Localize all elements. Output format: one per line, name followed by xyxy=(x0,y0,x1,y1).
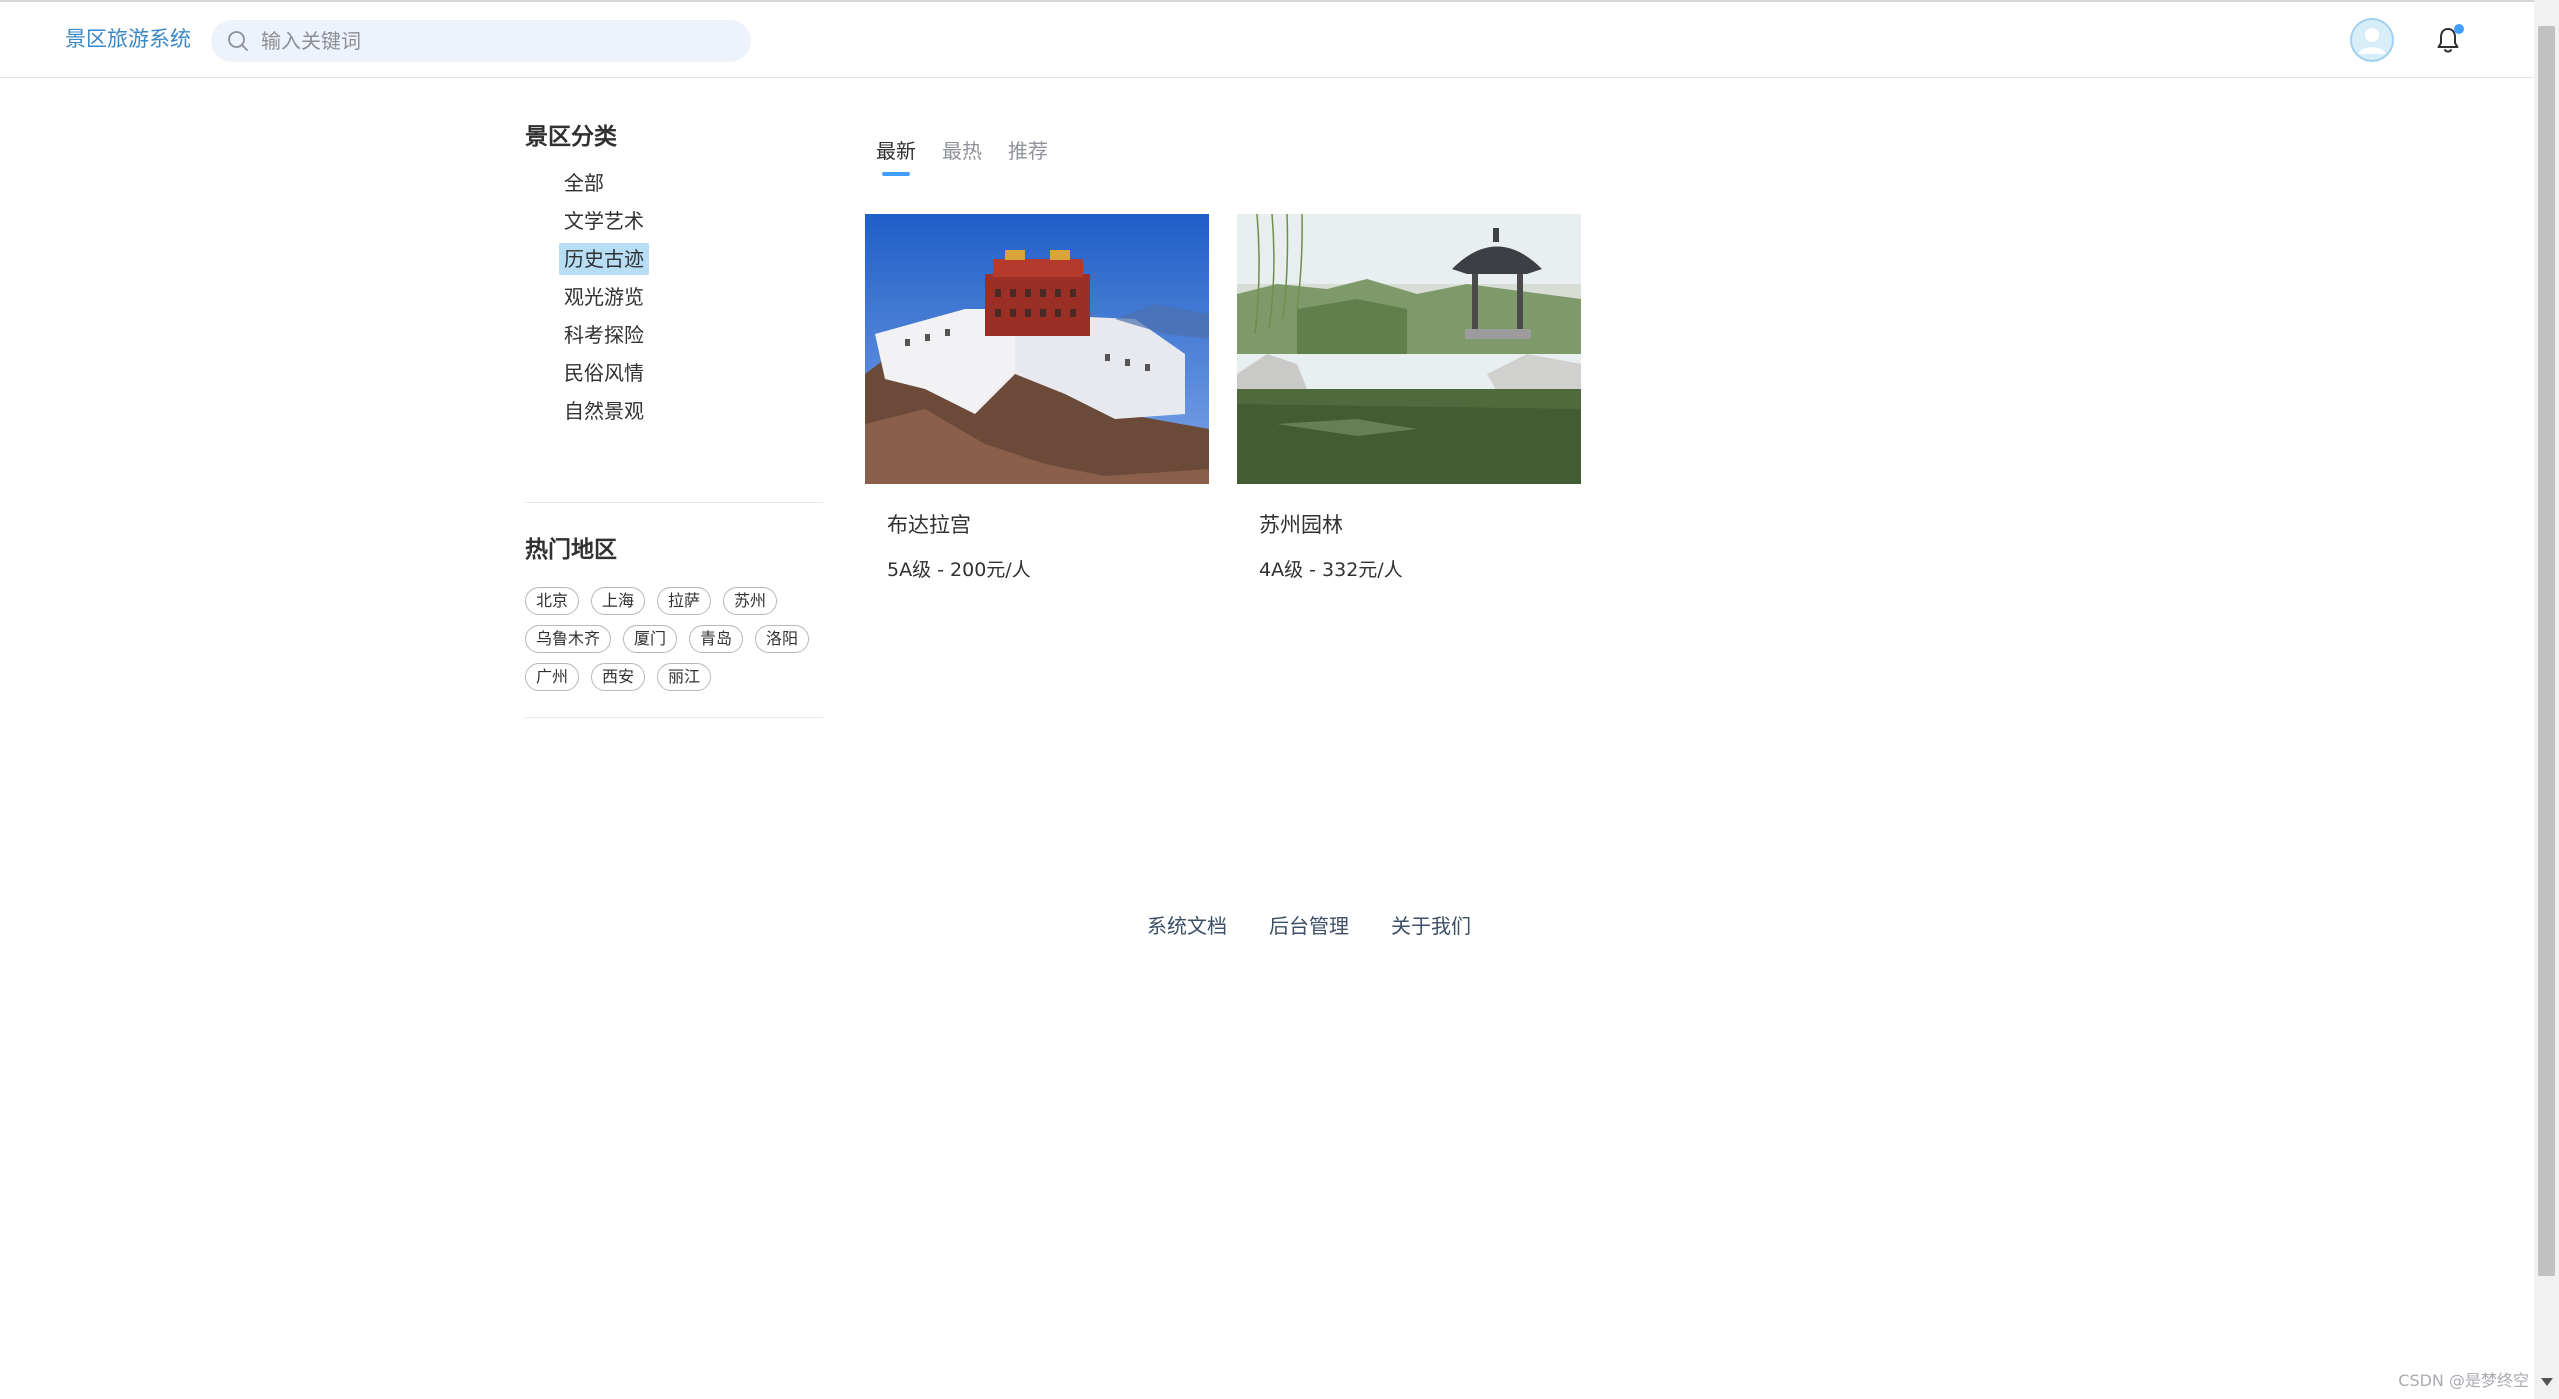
category-item-all[interactable]: 全部 xyxy=(559,164,823,202)
scenic-card-title: 布达拉宫 xyxy=(887,513,971,537)
tab-latest[interactable]: 最新 xyxy=(876,136,916,176)
category-section-title: 景区分类 xyxy=(525,124,617,150)
footer-link-about[interactable]: 关于我们 xyxy=(1391,910,1471,939)
region-tag[interactable]: 苏州 xyxy=(723,587,778,615)
category-item-natural-scenery[interactable]: 自然景观 xyxy=(559,392,823,430)
category-label: 全部 xyxy=(564,171,604,195)
region-tag[interactable]: 上海 xyxy=(591,587,646,615)
region-tag[interactable]: 乌鲁木齐 xyxy=(525,625,612,653)
region-section-title: 热门地区 xyxy=(525,537,617,563)
region-tag[interactable]: 青岛 xyxy=(689,625,744,653)
scrollbar-thumb[interactable] xyxy=(2538,26,2555,1276)
user-avatar-icon[interactable] xyxy=(2350,18,2394,62)
notification-badge xyxy=(2454,24,2464,34)
scenic-card-title: 苏州园林 xyxy=(1259,513,1343,537)
potala-palace-image[interactable] xyxy=(865,214,1209,484)
search-box[interactable] xyxy=(211,20,751,62)
top-navbar: 景区旅游系统 xyxy=(0,0,2534,78)
category-label: 科考探险 xyxy=(564,323,644,347)
category-item-literature-art[interactable]: 文学艺术 xyxy=(559,202,823,240)
category-item-folk-customs[interactable]: 民俗风情 xyxy=(559,354,823,392)
region-tag[interactable]: 丽江 xyxy=(657,663,712,691)
scroll-down-arrow-icon[interactable] xyxy=(2541,1378,2553,1386)
search-input[interactable] xyxy=(259,28,729,54)
sidebar-divider xyxy=(525,502,823,503)
sidebar: 景区分类 全部 文学艺术 历史古迹 观光游览 科考探险 民俗风情 自然景观 热门… xyxy=(525,120,823,718)
scenic-card-grid: 布达拉宫 5A级 - 200元/人 苏州园林 4A级 - 332元/人 xyxy=(865,214,1581,582)
category-label: 自然景观 xyxy=(564,399,644,423)
scenic-card-info: 4A级 - 332元/人 xyxy=(1259,559,1403,581)
scenic-card-info: 5A级 - 200元/人 xyxy=(887,559,1031,581)
category-list: 全部 文学艺术 历史古迹 观光游览 科考探险 民俗风情 自然景观 xyxy=(525,164,823,430)
category-label: 历史古迹 xyxy=(559,243,649,275)
scenic-card[interactable]: 布达拉宫 5A级 - 200元/人 xyxy=(865,214,1209,582)
region-tag[interactable]: 北京 xyxy=(525,587,580,615)
region-tag[interactable]: 厦门 xyxy=(623,625,678,653)
region-tag[interactable]: 西安 xyxy=(591,663,646,691)
footer-links: 系统文档 后台管理 关于我们 xyxy=(1147,910,1471,939)
brand-logo-text[interactable]: 景区旅游系统 xyxy=(65,26,191,52)
region-tag[interactable]: 洛阳 xyxy=(755,625,810,653)
region-tag-list: 北京 上海 拉萨 苏州 乌鲁木齐 厦门 青岛 洛阳 广州 西安 丽江 xyxy=(525,587,823,691)
tab-recommended[interactable]: 推荐 xyxy=(1008,136,1048,166)
region-tag[interactable]: 拉萨 xyxy=(657,587,712,615)
footer-link-admin[interactable]: 后台管理 xyxy=(1269,910,1349,939)
csdn-watermark: CSDN @是梦终空 xyxy=(2398,1371,2529,1390)
tab-hottest[interactable]: 最热 xyxy=(942,136,982,166)
sort-tabs: 最新 最热 推荐 xyxy=(876,136,1048,176)
category-item-sightseeing[interactable]: 观光游览 xyxy=(559,278,823,316)
region-tag[interactable]: 广州 xyxy=(525,663,580,691)
category-item-exploration[interactable]: 科考探险 xyxy=(559,316,823,354)
page-scrollbar[interactable] xyxy=(2534,0,2559,1399)
category-label: 观光游览 xyxy=(564,285,644,309)
suzhou-garden-image[interactable] xyxy=(1237,214,1581,484)
scenic-card[interactable]: 苏州园林 4A级 - 332元/人 xyxy=(1237,214,1581,582)
category-label: 民俗风情 xyxy=(564,361,644,385)
sidebar-divider xyxy=(525,717,823,718)
category-label: 文学艺术 xyxy=(564,209,644,233)
footer-link-docs[interactable]: 系统文档 xyxy=(1147,910,1227,939)
category-item-historic-sites[interactable]: 历史古迹 xyxy=(559,240,823,278)
search-icon[interactable] xyxy=(225,28,251,54)
